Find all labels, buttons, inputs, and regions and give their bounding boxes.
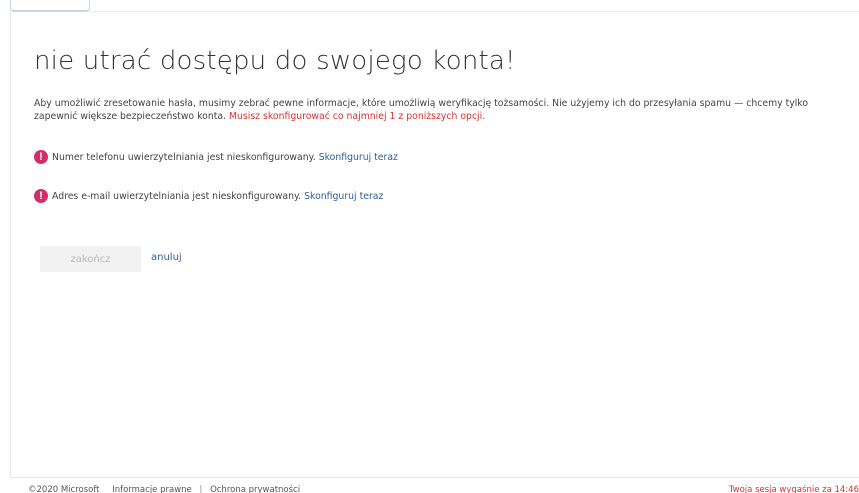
intro-paragraph: Aby umożliwić zresetowanie hasła, musimy… xyxy=(34,97,849,123)
phone-alert-row: ! Numer telefonu uwierzytelniania jest n… xyxy=(34,149,398,165)
copyright-text: ©2020 Microsoft xyxy=(28,485,100,493)
configure-phone-link[interactable]: Skonfiguruj teraz xyxy=(319,152,398,163)
phone-alert-text: Numer telefonu uwierzytelniania jest nie… xyxy=(52,151,316,163)
exclamation-icon: ! xyxy=(34,150,48,164)
footer-divider xyxy=(10,477,859,478)
page-title: nie utrać dostępu do swojego konta! xyxy=(34,46,516,76)
intro-required-text: Musisz skonfigurować co najmniej 1 z pon… xyxy=(228,111,486,122)
top-tab[interactable] xyxy=(10,0,90,12)
privacy-link[interactable]: Ochrona prywatności xyxy=(210,485,300,493)
exclamation-icon: ! xyxy=(34,189,48,203)
cancel-link[interactable]: anuluj xyxy=(151,252,182,263)
page: nie utrać dostępu do swojego konta! Aby … xyxy=(0,0,859,493)
session-timeout-text: Twoja sesja wygaśnie za 14:46 xyxy=(728,485,859,493)
footer: ©2020 Microsoft Informacje prawne | Ochr… xyxy=(28,485,300,493)
configure-email-link[interactable]: Skonfiguruj teraz xyxy=(304,191,383,202)
finish-button[interactable]: zakończ xyxy=(40,246,141,272)
left-border xyxy=(10,12,11,477)
footer-separator: | xyxy=(199,485,203,493)
email-alert-row: ! Adres e-mail uwierzytelniania jest nie… xyxy=(34,188,383,204)
legal-link[interactable]: Informacje prawne xyxy=(112,485,192,493)
email-alert-text: Adres e-mail uwierzytelniania jest niesk… xyxy=(52,190,302,202)
header-divider xyxy=(90,11,859,12)
